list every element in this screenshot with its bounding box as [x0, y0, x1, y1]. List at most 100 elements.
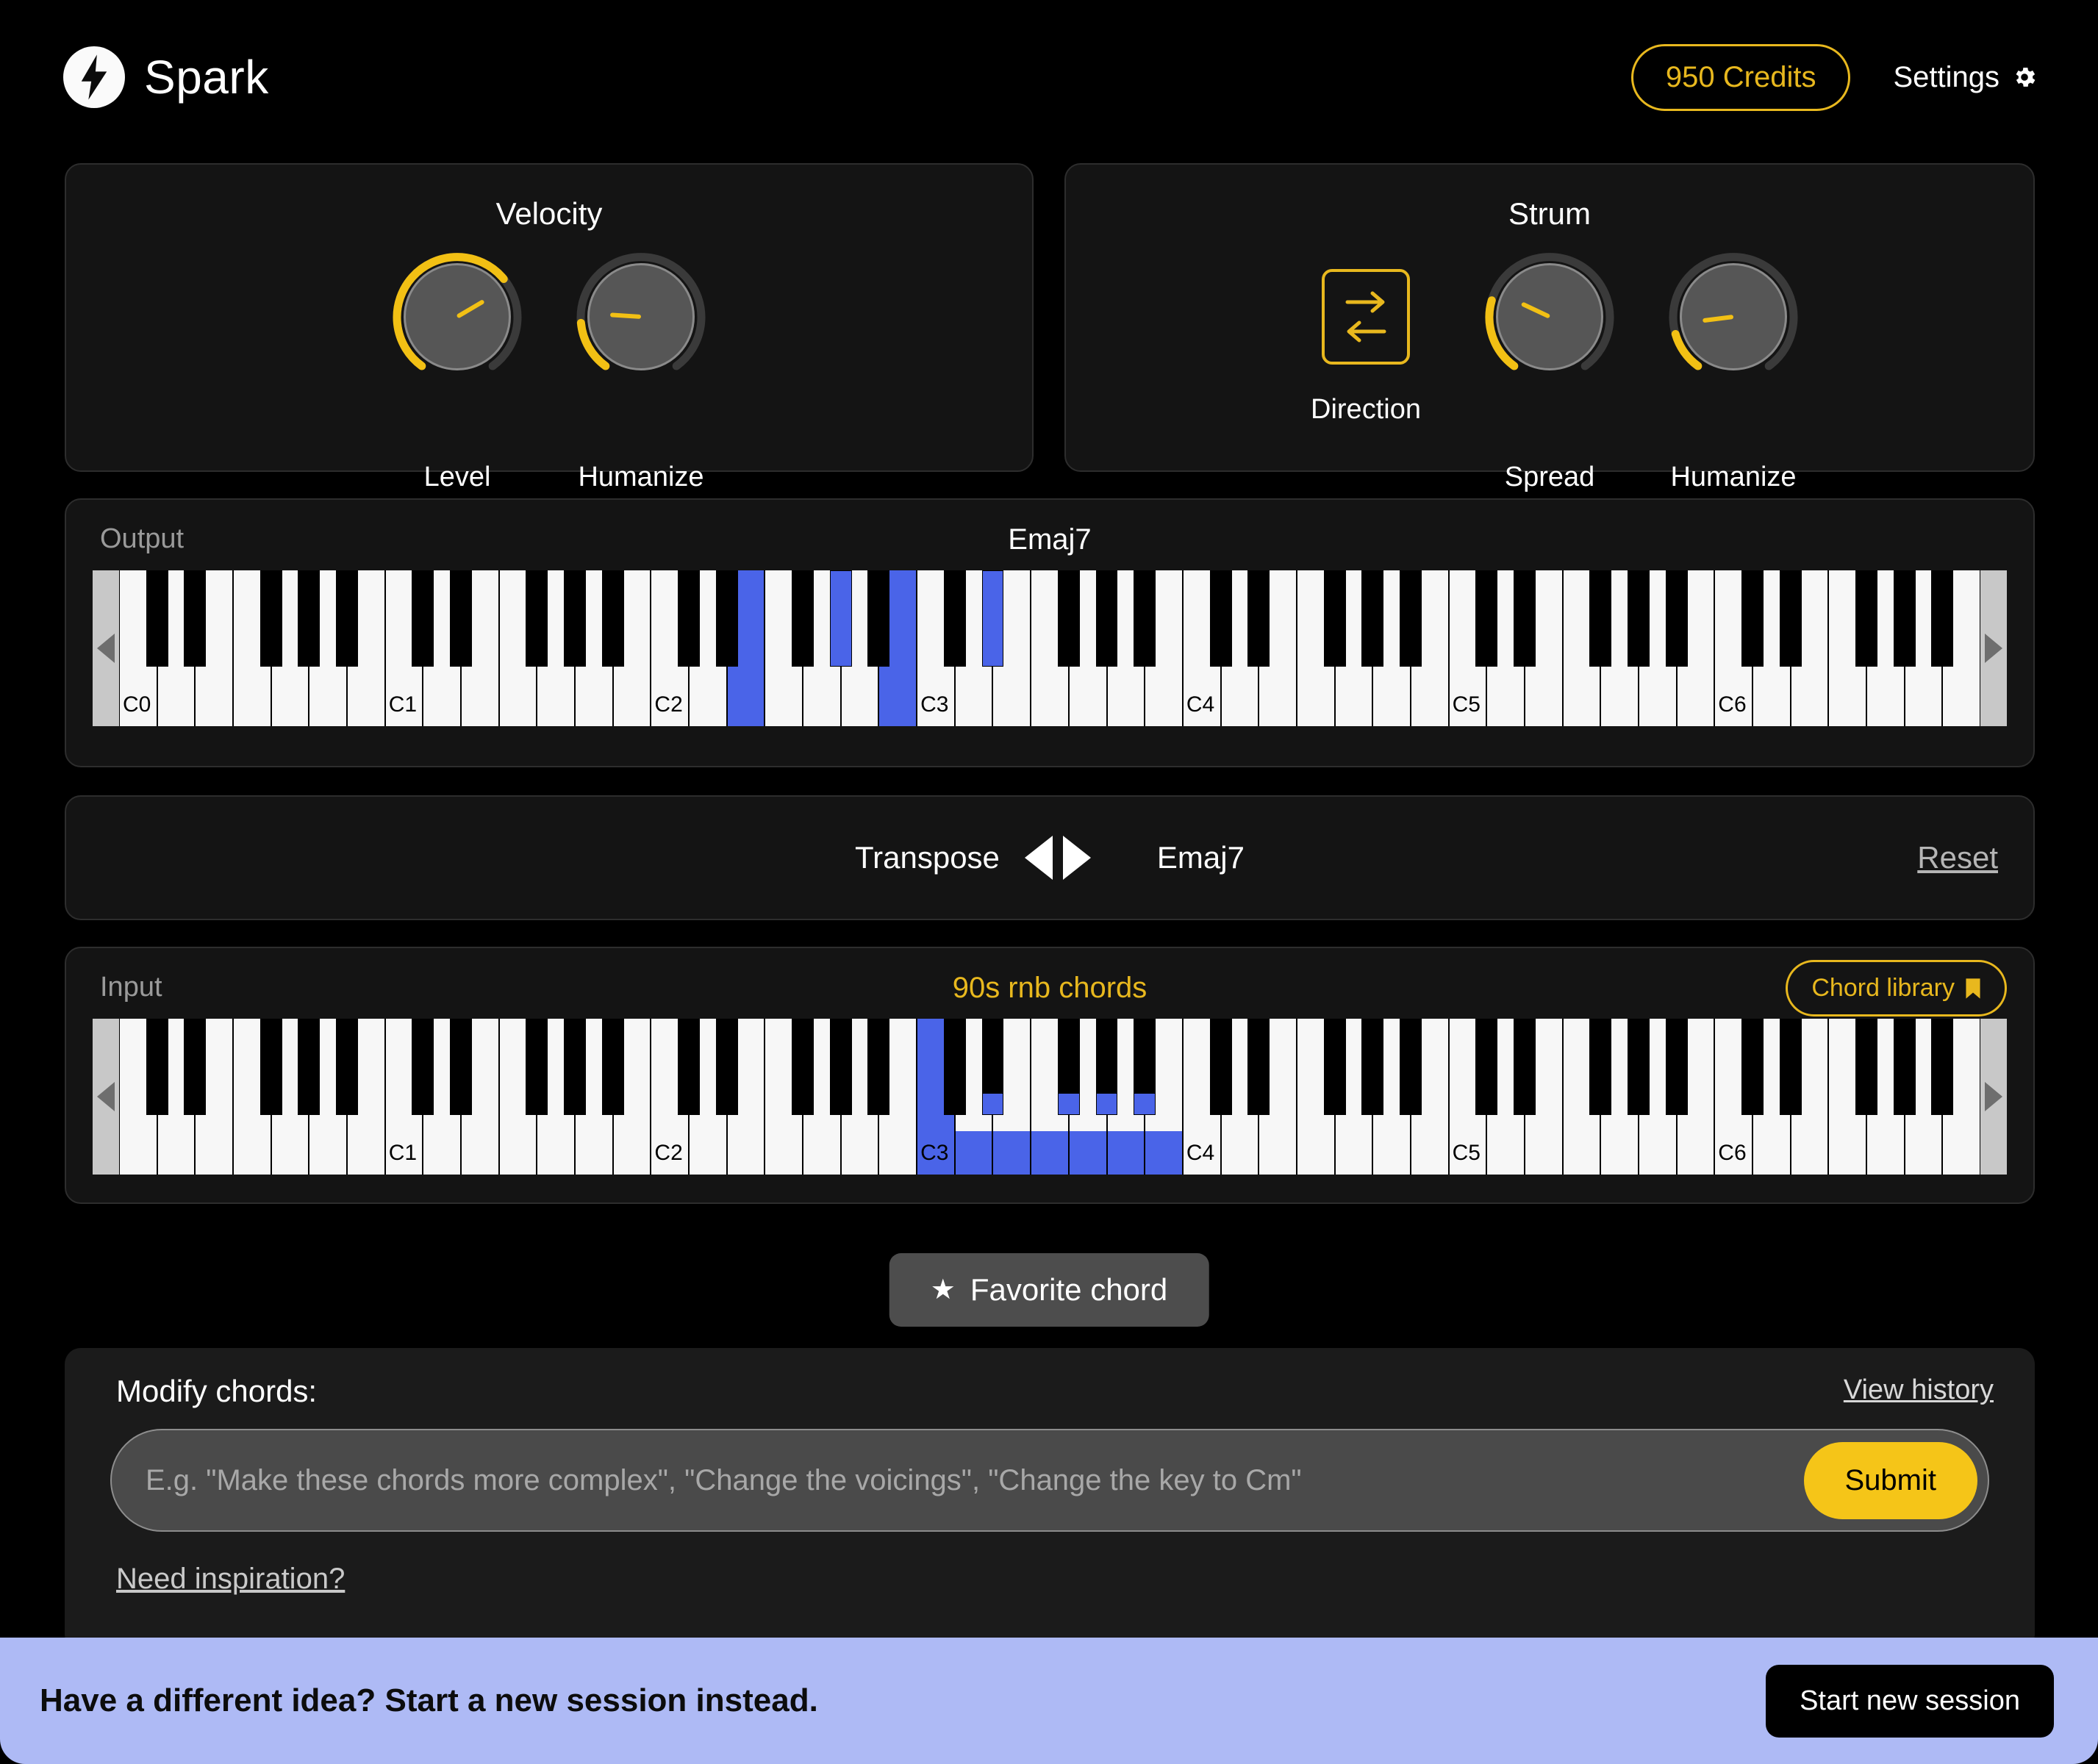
piano-black-key[interactable]	[1058, 1019, 1080, 1115]
chord-library-button[interactable]: Chord library	[1786, 960, 2007, 1017]
piano-black-key[interactable]	[602, 1019, 624, 1115]
output-scroll-left-arrow-icon[interactable]	[93, 570, 119, 726]
piano-black-key[interactable]	[1247, 1019, 1270, 1115]
piano-black-key[interactable]	[298, 1019, 320, 1115]
transpose-prev-icon[interactable]	[1025, 836, 1053, 880]
strum-spread-knob[interactable]	[1480, 247, 1619, 387]
need-inspiration-link[interactable]: Need inspiration?	[116, 1563, 345, 1596]
piano-black-key[interactable]	[1324, 570, 1346, 667]
piano-octave-label: C6	[1718, 694, 1746, 716]
piano-black-key[interactable]	[1058, 570, 1080, 667]
piano-black-key[interactable]	[1666, 1019, 1688, 1115]
velocity-level-knob[interactable]	[387, 247, 527, 387]
piano-black-key[interactable]	[298, 570, 320, 667]
key-range-band	[1070, 1131, 1106, 1175]
piano-black-key[interactable]	[1628, 1019, 1650, 1115]
transpose-reset-button[interactable]: Reset	[1917, 840, 1998, 875]
piano-black-key[interactable]	[830, 1019, 852, 1115]
velocity-humanize-knob[interactable]	[571, 247, 711, 387]
piano-black-key[interactable]	[1589, 1019, 1611, 1115]
submit-button[interactable]: Submit	[1804, 1442, 1978, 1519]
piano-black-key[interactable]	[1324, 1019, 1346, 1115]
piano-black-key[interactable]	[792, 570, 814, 667]
favorite-chord-button[interactable]: ★ Favorite chord	[889, 1253, 1209, 1327]
strum-direction-button[interactable]	[1322, 269, 1410, 365]
piano-black-key[interactable]	[792, 1019, 814, 1115]
input-scroll-right-arrow-icon[interactable]	[1980, 1019, 2007, 1175]
piano-black-key[interactable]	[1475, 570, 1497, 667]
piano-black-key[interactable]	[1666, 570, 1688, 667]
piano-black-key[interactable]	[830, 570, 852, 667]
piano-black-key[interactable]	[944, 570, 966, 667]
piano-black-key[interactable]	[1400, 570, 1422, 667]
piano-black-key[interactable]	[146, 1019, 168, 1115]
piano-black-key[interactable]	[716, 1019, 738, 1115]
strum-spread-knob-face	[1496, 263, 1603, 370]
piano-black-key[interactable]	[678, 1019, 700, 1115]
piano-black-key[interactable]	[602, 570, 624, 667]
piano-black-key[interactable]	[1589, 570, 1611, 667]
piano-black-key[interactable]	[1134, 570, 1156, 667]
output-piano-keys[interactable]: C0C1C2C3C4C5C6	[119, 570, 1980, 726]
piano-black-key[interactable]	[716, 570, 738, 667]
piano-black-key[interactable]	[1096, 570, 1118, 667]
output-scroll-right-arrow-icon[interactable]	[1980, 570, 2007, 726]
piano-black-key[interactable]	[944, 1019, 966, 1115]
piano-black-key[interactable]	[1096, 1019, 1118, 1115]
input-scroll-left-arrow-icon[interactable]	[93, 1019, 119, 1175]
piano-black-key[interactable]	[1361, 570, 1383, 667]
piano-black-key[interactable]	[336, 570, 358, 667]
piano-black-key[interactable]	[146, 570, 168, 667]
piano-black-key[interactable]	[1210, 1019, 1232, 1115]
credits-badge[interactable]: 950 Credits	[1631, 44, 1851, 111]
modify-chords-input[interactable]	[112, 1464, 1804, 1497]
piano-black-key[interactable]	[526, 1019, 548, 1115]
piano-black-key[interactable]	[1247, 570, 1270, 667]
piano-black-key[interactable]	[1780, 570, 1802, 667]
piano-black-key[interactable]	[1931, 570, 1953, 667]
piano-black-key[interactable]	[1134, 1019, 1156, 1115]
app-header: Spark 950 Credits Settings	[0, 0, 2098, 154]
piano-black-key[interactable]	[260, 570, 282, 667]
piano-black-key[interactable]	[1894, 570, 1916, 667]
piano-black-key[interactable]	[1628, 570, 1650, 667]
strum-humanize-knob[interactable]	[1664, 247, 1803, 387]
view-history-link[interactable]: View history	[1844, 1374, 1994, 1406]
transpose-next-icon[interactable]	[1063, 836, 1091, 880]
piano-black-key[interactable]	[982, 570, 1004, 667]
piano-black-key[interactable]	[1855, 570, 1877, 667]
piano-black-key[interactable]	[1400, 1019, 1422, 1115]
piano-black-key[interactable]	[1475, 1019, 1497, 1115]
piano-black-key[interactable]	[412, 1019, 434, 1115]
piano-black-key[interactable]	[678, 570, 700, 667]
velocity-panel: Velocity Level	[65, 163, 1034, 472]
piano-black-key[interactable]	[336, 1019, 358, 1115]
piano-black-key[interactable]	[1514, 1019, 1536, 1115]
input-piano-keys[interactable]: C1C2C3C4C5C6	[119, 1019, 1980, 1175]
piano-black-key[interactable]	[1210, 570, 1232, 667]
favorite-chord-label: Favorite chord	[970, 1272, 1167, 1308]
piano-black-key[interactable]	[982, 1019, 1004, 1115]
piano-black-key[interactable]	[1855, 1019, 1877, 1115]
piano-black-key[interactable]	[564, 570, 586, 667]
settings-button[interactable]: Settings	[1893, 61, 2038, 94]
piano-black-key[interactable]	[1741, 1019, 1764, 1115]
piano-black-key[interactable]	[1741, 570, 1764, 667]
piano-black-key[interactable]	[184, 570, 206, 667]
piano-black-key[interactable]	[260, 1019, 282, 1115]
piano-black-key[interactable]	[1780, 1019, 1802, 1115]
piano-black-key[interactable]	[564, 1019, 586, 1115]
velocity-humanize-knob-face	[587, 263, 695, 370]
piano-black-key[interactable]	[1894, 1019, 1916, 1115]
piano-black-key[interactable]	[526, 570, 548, 667]
piano-black-key[interactable]	[1514, 570, 1536, 667]
piano-black-key[interactable]	[867, 1019, 889, 1115]
piano-black-key[interactable]	[867, 570, 889, 667]
piano-black-key[interactable]	[450, 1019, 472, 1115]
piano-black-key[interactable]	[1361, 1019, 1383, 1115]
piano-black-key[interactable]	[450, 570, 472, 667]
piano-black-key[interactable]	[1931, 1019, 1953, 1115]
piano-black-key[interactable]	[184, 1019, 206, 1115]
start-new-session-button[interactable]: Start new session	[1766, 1665, 2054, 1738]
piano-black-key[interactable]	[412, 570, 434, 667]
